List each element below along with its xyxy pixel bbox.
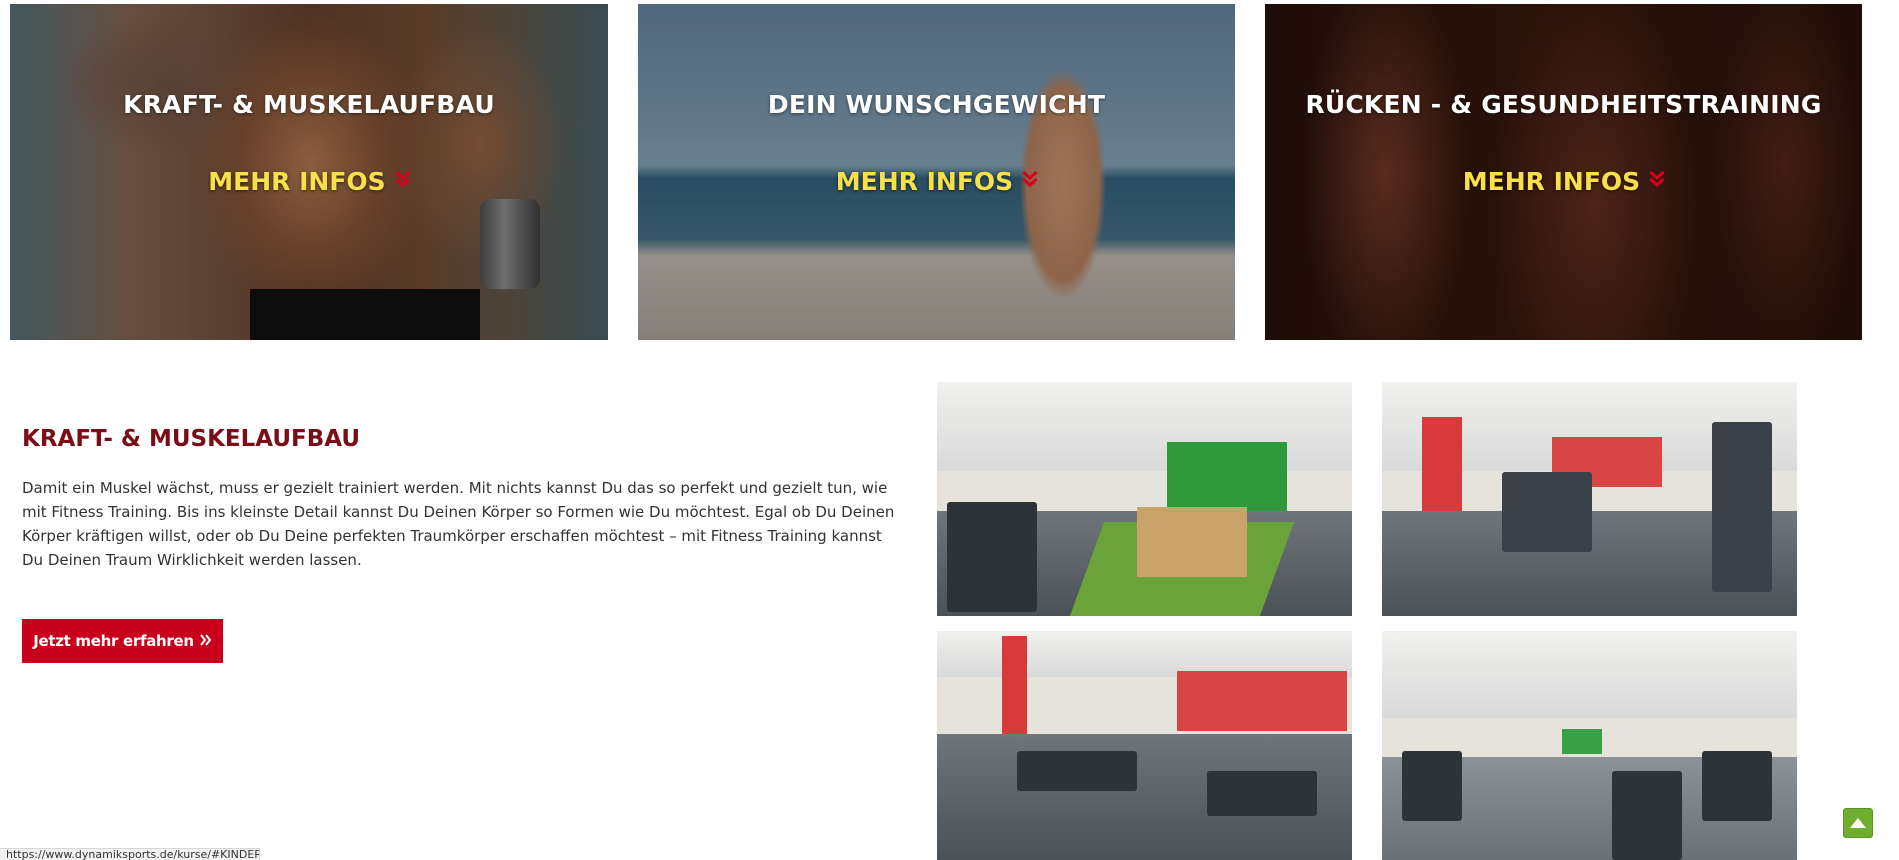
gym-photo-free-weights [1382,382,1797,616]
photo-machine [947,502,1037,612]
photo-wooden-boxes [1137,507,1247,577]
photo-machine [1712,422,1772,592]
photo-machine [1702,751,1772,821]
gym-photo-bench-area [937,631,1352,860]
gym-photo-functional-area [937,382,1352,616]
photo-machine [1207,771,1317,816]
mehr-infos-link[interactable]: MEHR INFOS [835,167,1038,196]
feature-card-ruecken[interactable]: RÜCKEN - & GESUNDHEITSTRAINING MEHR INFO… [1265,4,1862,340]
photo-machine [1017,751,1137,791]
double-chevron-down-icon [1649,170,1665,193]
section-description: Damit ein Muskel wächst, muss er gezielt… [22,479,895,569]
double-chevron-down-icon [394,170,411,193]
photo-ceiling [937,382,1352,471]
mehr-infos-label: MEHR INFOS [208,167,386,196]
scroll-to-top-button[interactable] [1843,808,1873,838]
photo-red-wall [1177,671,1347,731]
card-title: RÜCKEN - & GESUNDHEITSTRAINING [1305,90,1822,119]
photo-green-wall [1562,729,1602,754]
section-title: KRAFT- & MUSKELAUFBAU [22,426,361,452]
card-title: KRAFT- & MUSKELAUFBAU [123,90,495,119]
mehr-infos-link[interactable]: MEHR INFOS [208,167,411,196]
photo-machine [1502,472,1592,552]
photo-machine [1402,751,1462,821]
button-label: Jetzt mehr erfahren [33,632,194,650]
card-title: DEIN WUNSCHGEWICHT [767,90,1106,119]
arrow-up-icon [1850,818,1866,828]
double-chevron-right-icon [200,632,212,650]
feature-card-wunschgewicht[interactable]: DEIN WUNSCHGEWICHT MEHR INFOS [638,4,1235,340]
jetzt-mehr-erfahren-button[interactable]: Jetzt mehr erfahren [22,619,223,663]
mehr-infos-label: MEHR INFOS [1462,167,1641,196]
gym-photo-machine-hall [1382,631,1797,860]
double-chevron-down-icon [1022,170,1038,193]
photo-ceiling [937,631,1352,677]
feature-card-kraft[interactable]: KRAFT- & MUSKELAUFBAU MEHR INFOS [10,4,608,340]
photo-ceiling [1382,631,1797,719]
mehr-infos-label: MEHR INFOS [835,167,1014,196]
mehr-infos-link[interactable]: MEHR INFOS [1462,167,1665,196]
browser-status-url: https://www.dynamiksports.de/kurse/#KIND… [0,848,260,860]
photo-machine [1612,771,1682,860]
